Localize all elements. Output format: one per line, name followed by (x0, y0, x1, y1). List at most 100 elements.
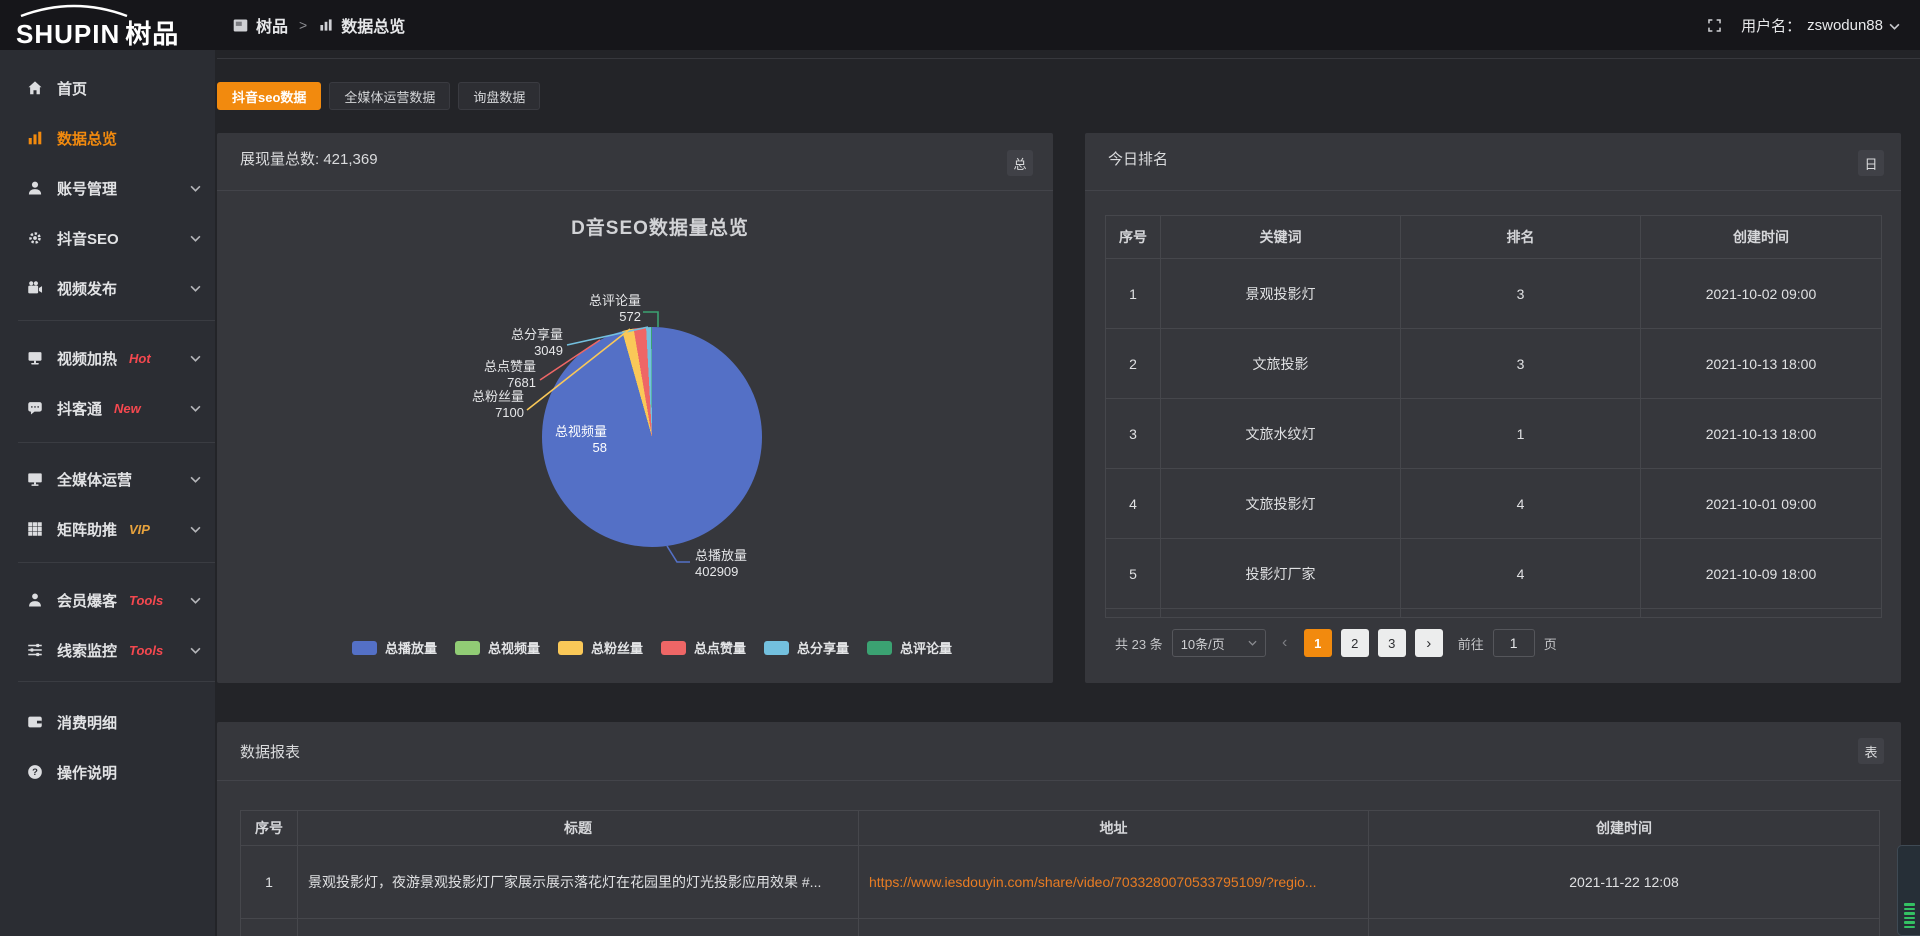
breadcrumb-root[interactable]: 树品 (256, 13, 288, 37)
page-button-3[interactable]: 3 (1378, 629, 1406, 657)
pie-label-comments: 总评论量572 (557, 293, 641, 325)
goto-page-input[interactable] (1493, 629, 1535, 657)
legend-item-videos[interactable]: 总视频量 (455, 638, 540, 657)
user-icon (26, 179, 44, 197)
cell-rank: 4 (1401, 469, 1641, 538)
fullscreen-icon[interactable] (1706, 17, 1723, 34)
prev-page-button[interactable]: ‹ (1275, 634, 1295, 652)
page-size-select[interactable]: 10条/页 (1172, 629, 1266, 657)
sidebar-item-label: 抖音SEO (57, 228, 119, 249)
sidebar-item-label: 抖客通 (57, 398, 102, 419)
sidebar-item-member-baoke[interactable]: 会员爆客 Tools (0, 575, 215, 625)
sidebar-item-label: 首页 (57, 78, 87, 99)
legend-swatch (867, 641, 892, 655)
table-row: 1 景观投影灯 3 2021-10-02 09:00 (1106, 259, 1881, 329)
impressions-total: 展现量总数: 421,369 (240, 148, 378, 169)
header-divider (217, 58, 1920, 59)
home-icon (26, 79, 44, 97)
chart-title: D音SEO数据量总览 (560, 213, 760, 240)
cell-keyword: 文旅投影 (1161, 329, 1401, 398)
question-circle-icon: ? (26, 763, 44, 781)
chevron-down-icon (190, 235, 201, 242)
table-row: 1 景观投影灯，夜游景观投影灯厂家展示展示落花灯在花园里的灯光投影应用效果 #.… (241, 846, 1879, 919)
sidebar-item-lead-monitor[interactable]: 线索监控 Tools (0, 625, 215, 675)
daily-view-button[interactable]: 日 (1858, 150, 1884, 176)
legend-item-plays[interactable]: 总播放量 (352, 638, 437, 657)
table-row: 5 投影灯厂家 4 2021-10-09 18:00 (1106, 539, 1881, 609)
legend-swatch (558, 641, 583, 655)
sidebar: 首页 数据总览 账号管理 抖音SEO 视频发布 视频加热 Hot (0, 50, 215, 936)
sidebar-item-consumption[interactable]: 消费明细 (0, 697, 215, 747)
col-keyword: 关键词 (1161, 216, 1401, 258)
cell-index: 1 (241, 846, 298, 918)
legend-item-likes[interactable]: 总点赞量 (661, 638, 746, 657)
col-title: 标题 (298, 811, 859, 845)
col-url: 地址 (859, 811, 1369, 845)
legend-swatch (764, 641, 789, 655)
sidebar-item-data-overview[interactable]: 数据总览 (0, 113, 215, 163)
page-button-1[interactable]: 1 (1304, 629, 1332, 657)
screen-icon (26, 349, 44, 367)
impressions-panel: 展现量总数: 421,369 总 D音SEO数据量总览 总评论量572 总分享量… (217, 133, 1053, 683)
table-view-button[interactable]: 表 (1858, 738, 1884, 764)
ranking-table: 序号 关键词 排名 创建时间 1 景观投影灯 3 2021-10-02 09:0… (1105, 215, 1882, 618)
sidebar-item-label: 线索监控 (57, 640, 117, 661)
sidebar-item-help[interactable]: ? 操作说明 (0, 747, 215, 797)
page-button-2[interactable]: 2 (1341, 629, 1369, 657)
logo: SHUPIN树品 (16, 2, 206, 48)
chevron-down-icon (190, 526, 201, 533)
cell-created: 2021-10-13 18:00 (1641, 329, 1881, 398)
sidebar-item-douyin-seo[interactable]: 抖音SEO (0, 213, 215, 263)
panel-divider (217, 190, 1053, 191)
breadcrumb-current: 数据总览 (341, 13, 405, 37)
sidebar-item-media-operation[interactable]: 全媒体运营 (0, 454, 215, 504)
legend-item-shares[interactable]: 总分享量 (764, 638, 849, 657)
member-icon (26, 591, 44, 609)
bar-chart-icon (26, 129, 44, 147)
customer-service-widget[interactable] (1897, 845, 1920, 936)
video-camera-icon (26, 279, 44, 297)
vip-badge: VIP (129, 522, 150, 537)
sidebar-item-account[interactable]: 账号管理 (0, 163, 215, 213)
legend-swatch (455, 641, 480, 655)
legend-swatch (661, 641, 686, 655)
chart-legend: 总播放量 总视频量 总粉丝量 总点赞量 总分享量 总评论量 (234, 638, 1070, 657)
sidebar-item-matrix-boost[interactable]: 矩阵助推 VIP (0, 504, 215, 554)
sidebar-item-video-publish[interactable]: 视频发布 (0, 263, 215, 313)
col-created: 创建时间 (1641, 216, 1881, 258)
sidebar-item-video-heat[interactable]: 视频加热 Hot (0, 333, 215, 383)
tools-badge: Tools (129, 593, 163, 608)
sidebar-item-home[interactable]: 首页 (0, 63, 215, 113)
tab-douyin-seo-data[interactable]: 抖音seo数据 (217, 82, 321, 110)
tab-media-operation-data[interactable]: 全媒体运营数据 (329, 82, 450, 110)
chevron-down-icon (1889, 23, 1900, 30)
sidebar-divider (18, 320, 215, 321)
table-row: 2 文旅投影 3 2021-10-13 18:00 (1106, 329, 1881, 399)
pie-label-shares: 总分享量3049 (479, 327, 563, 359)
cell-rank: 3 (1401, 329, 1641, 398)
data-tabs: 抖音seo数据 全媒体运营数据 询盘数据 (217, 82, 540, 110)
sidebar-divider (18, 442, 215, 443)
chevron-down-icon (1248, 640, 1257, 646)
legend-item-comments[interactable]: 总评论量 (867, 638, 952, 657)
next-page-button[interactable]: › (1415, 629, 1443, 657)
chevron-down-icon (190, 355, 201, 362)
pagination-total: 共 23 条 (1115, 634, 1163, 653)
sidebar-item-douketong[interactable]: 抖客通 New (0, 383, 215, 433)
report-table-header: 序号 标题 地址 创建时间 (241, 811, 1879, 846)
widget-dash (1904, 912, 1915, 915)
tools-badge: Tools (129, 643, 163, 658)
cell-url-link[interactable]: https://www.iesdouyin.com/share/video/70… (859, 846, 1369, 918)
pie-label-plays: 总播放量402909 (695, 548, 795, 580)
user-dropdown[interactable]: 用户名：zswodun88 (1741, 15, 1900, 36)
tab-inquiry-data[interactable]: 询盘数据 (458, 82, 540, 110)
widget-dash (1904, 921, 1915, 924)
cell-index: 2 (1106, 329, 1161, 398)
cell-rank: 4 (1401, 539, 1641, 608)
legend-item-fans[interactable]: 总粉丝量 (558, 638, 643, 657)
chevron-down-icon (190, 405, 201, 412)
total-view-button[interactable]: 总 (1007, 150, 1033, 176)
col-rank: 排名 (1401, 216, 1641, 258)
table-row: 3 文旅水纹灯 1 2021-10-13 18:00 (1106, 399, 1881, 469)
cell-rank: 1 (1401, 399, 1641, 468)
